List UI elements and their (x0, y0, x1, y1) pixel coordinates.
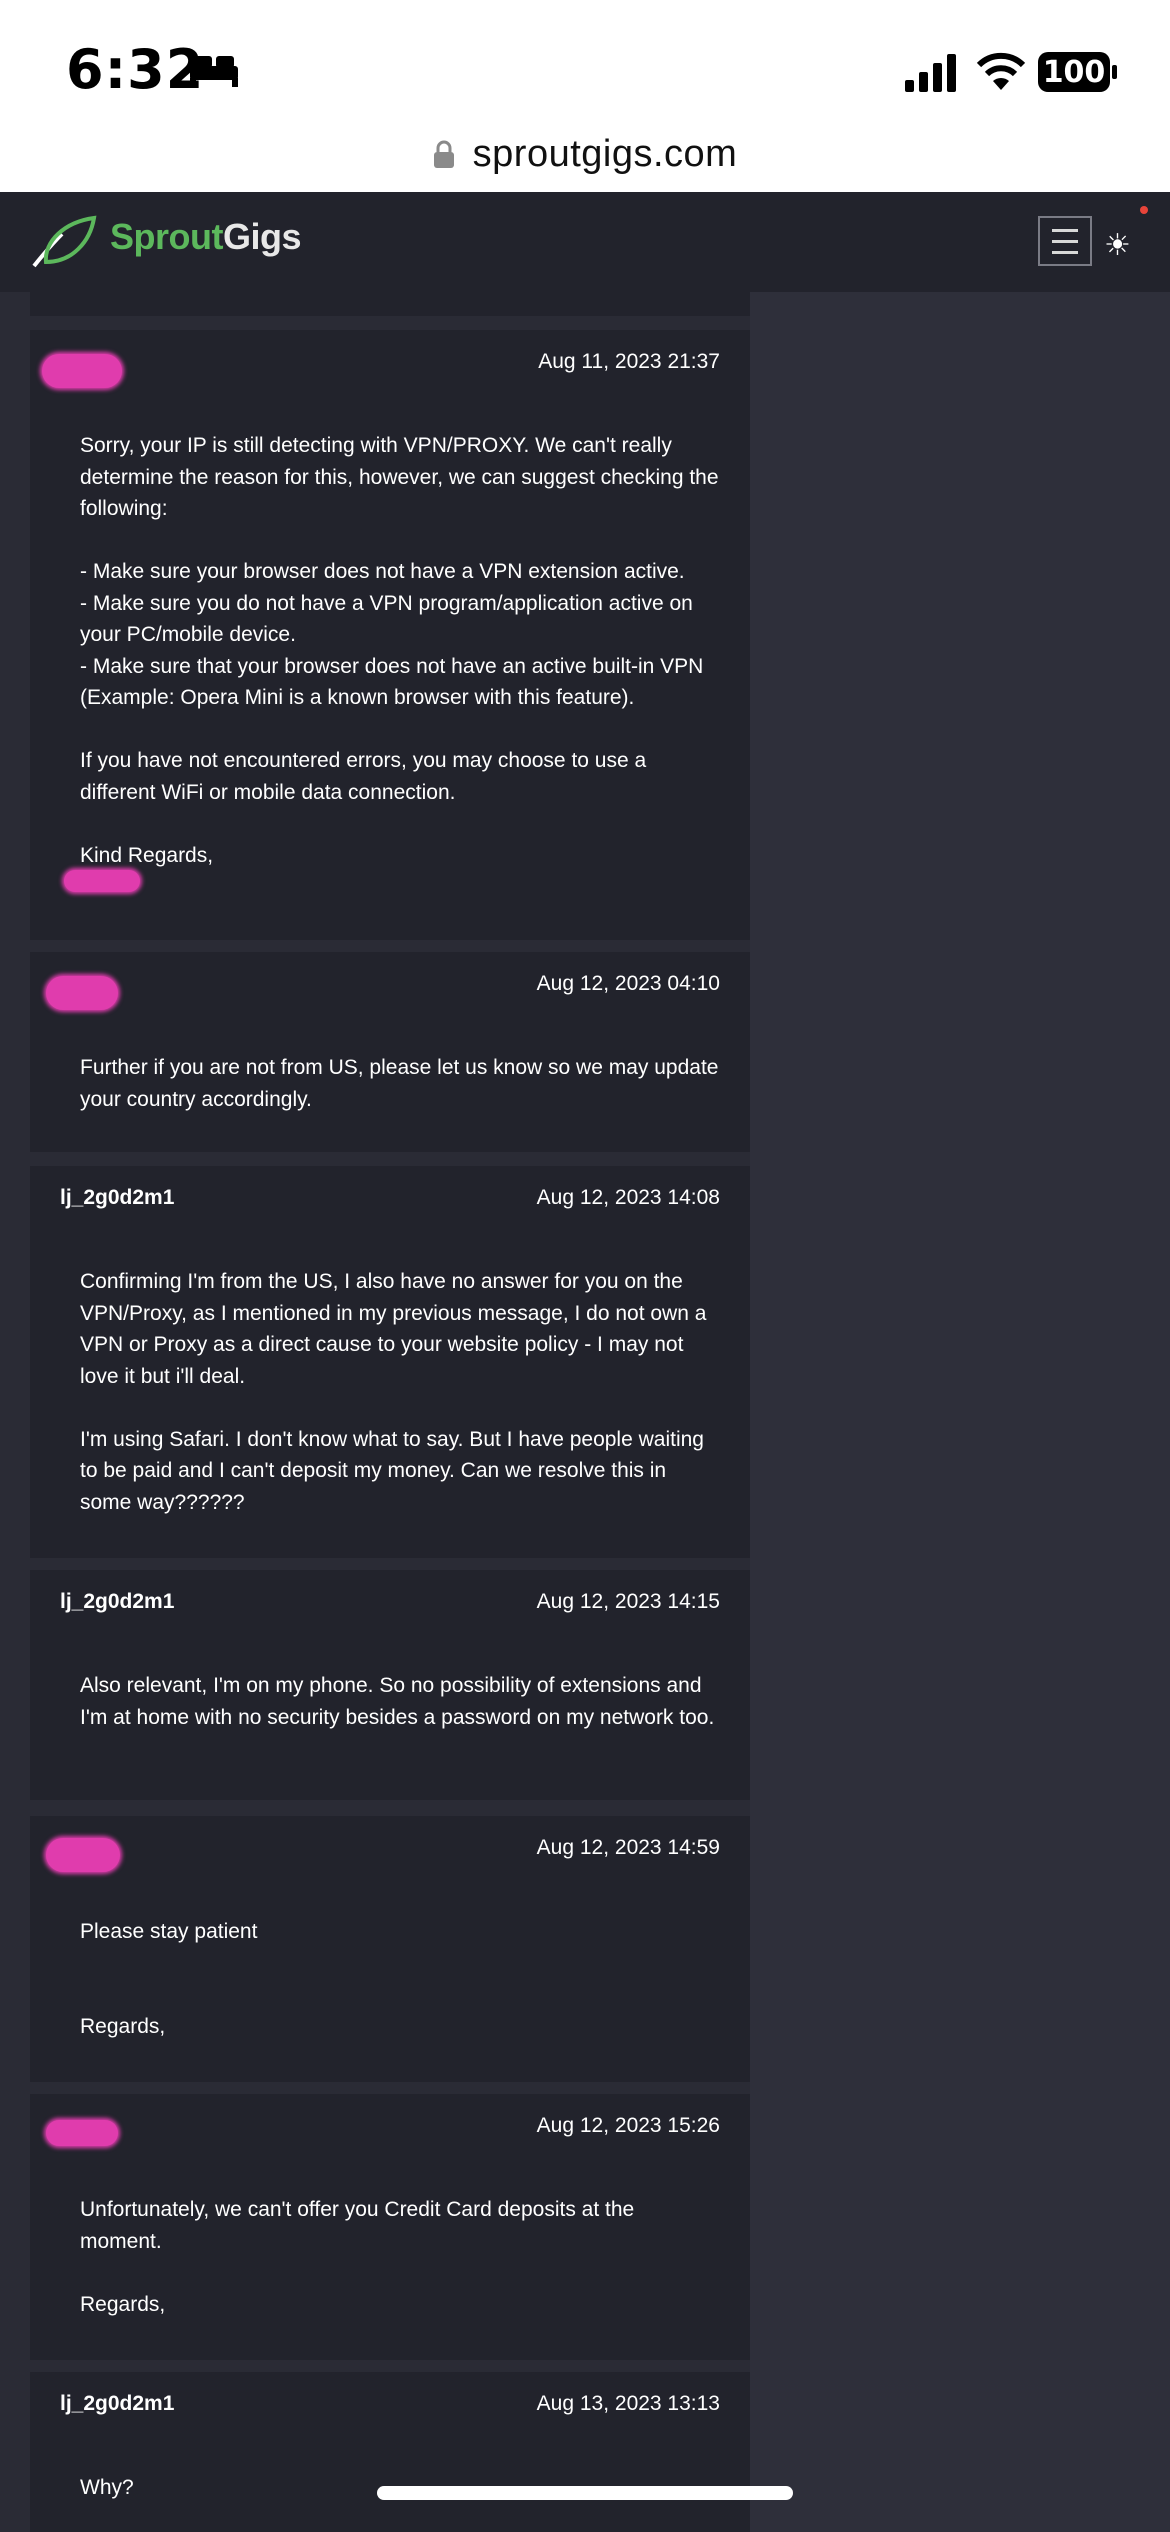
message-card: Aug 11, 2023 21:37 Sorry, your IP is sti… (30, 330, 750, 940)
message-body: Also relevant, I'm on my phone. So no po… (80, 1674, 715, 1729)
message-card: Aug 12, 2023 15:26 Unfortunately, we can… (30, 2094, 750, 2360)
message-card: lj_2g0d2m1 Aug 12, 2023 14:15 Also relev… (30, 1570, 750, 1800)
sprout-logo-icon[interactable] (28, 212, 98, 270)
hamburger-menu-button[interactable] (1038, 216, 1092, 266)
redacted-author (46, 1838, 120, 1872)
message-date: Aug 12, 2023 14:15 (536, 1590, 720, 1613)
message-body: Confirming I'm from the US, I also have … (80, 1270, 707, 1514)
hamburger-icon-line (1052, 250, 1078, 254)
status-time: 6:32 (66, 38, 205, 101)
logo-text-sprout: Sprout (110, 216, 223, 257)
signal-icon (905, 54, 956, 92)
bed-icon (190, 56, 238, 87)
message-body: Further if you are not from US, please l… (80, 1056, 719, 1111)
message-card: Aug 12, 2023 04:10 Further if you are no… (30, 952, 750, 1152)
home-indicator[interactable] (377, 2486, 793, 2500)
hamburger-icon-line (1052, 228, 1078, 232)
message-date: Aug 13, 2023 13:13 (536, 2392, 720, 2415)
message-date: Aug 12, 2023 15:26 (536, 2114, 720, 2137)
side-panel (750, 292, 1170, 2532)
message-date: Aug 12, 2023 04:10 (536, 972, 720, 995)
notification-dot (1140, 206, 1148, 214)
redacted-author (46, 976, 118, 1010)
message-card: Aug 12, 2023 14:59 Please stay patient R… (30, 1816, 750, 2082)
message-body: Sorry, your IP is still detecting with V… (80, 434, 719, 867)
message-author[interactable]: lj_2g0d2m1 (60, 1186, 174, 1210)
ticket-thread: Aug 11, 2023 21:37 Sorry, your IP is sti… (0, 292, 1170, 2532)
site-logo[interactable]: SproutGigs (110, 216, 302, 258)
url-text: sproutgigs.com (472, 132, 738, 175)
message-card: lj_2g0d2m1 Aug 12, 2023 14:08 Confirming… (30, 1166, 750, 1558)
message-body: Unfortunately, we can't offer you Credit… (80, 2198, 635, 2316)
logo-text-gigs: Gigs (222, 216, 302, 257)
redacted-signature (64, 870, 140, 892)
message-date: Aug 11, 2023 21:37 (538, 350, 720, 373)
wifi-icon (976, 52, 1026, 90)
message-body: Please stay patient Regards, (80, 1920, 258, 2038)
redacted-author (46, 2120, 118, 2146)
lock-icon (433, 140, 454, 168)
message-card: lj_2g0d2m1 Aug 13, 2023 13:13 Why? (30, 2372, 750, 2532)
message-author[interactable]: lj_2g0d2m1 (60, 1590, 174, 1614)
battery-level: 100 (1042, 54, 1106, 90)
redacted-author (42, 354, 122, 388)
message-date: Aug 12, 2023 14:08 (536, 1186, 720, 1209)
message-date: Aug 12, 2023 14:59 (536, 1836, 720, 1859)
address-bar[interactable]: sproutgigs.com (0, 115, 1170, 193)
message-card-previous (30, 292, 750, 316)
sun-icon[interactable]: ☀ (1104, 228, 1131, 263)
hamburger-icon-line (1052, 239, 1078, 243)
site-header: SproutGigs ☀ (0, 192, 1170, 292)
message-author[interactable]: lj_2g0d2m1 (60, 2392, 174, 2416)
